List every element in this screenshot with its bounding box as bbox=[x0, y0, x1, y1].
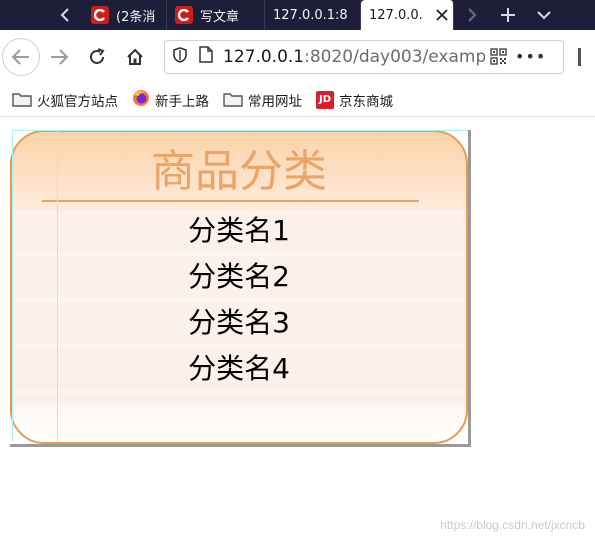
firefox-icon bbox=[132, 89, 150, 111]
bookmark-firefox-official[interactable]: 火狐官方站点 bbox=[12, 90, 118, 110]
jd-icon: JD bbox=[316, 90, 334, 109]
url-path: :8020/day003/example bbox=[304, 46, 485, 67]
category-item-empty bbox=[12, 394, 466, 405]
title-underline bbox=[42, 200, 419, 202]
watermark: https://blog.csdn.net/jxcncb bbox=[440, 518, 585, 532]
bookmark-common-sites[interactable]: 常用网址 bbox=[223, 90, 302, 110]
home-button[interactable] bbox=[116, 38, 154, 76]
bookmarks-toolbar: 火狐官方站点 新手上路 常用网址 JD 京东商城 bbox=[0, 83, 595, 117]
close-tab-icon[interactable] bbox=[436, 6, 448, 25]
qr-code-icon[interactable] bbox=[489, 48, 507, 66]
devtools-guide-line bbox=[57, 130, 58, 442]
bookmark-label: 常用网址 bbox=[248, 93, 302, 110]
category-title: 商品分类 bbox=[151, 146, 327, 197]
category-item[interactable]: 分类名2 bbox=[12, 256, 466, 297]
address-bar[interactable]: 127.0.0.1:8020/day003/example ••• bbox=[164, 39, 564, 74]
csdn-icon bbox=[91, 6, 109, 24]
tab-localhost-1[interactable]: 127.0.0.1:8 bbox=[265, 0, 361, 30]
reload-button[interactable] bbox=[78, 38, 116, 76]
tab-csdn-messages[interactable]: (2条消 bbox=[83, 0, 167, 30]
page-viewport: 商品分类 分类名1 分类名2 分类名3 分类名4 https://blog.cs… bbox=[0, 118, 595, 540]
sidebar-toggle-icon[interactable] bbox=[578, 47, 581, 66]
tab-list-chevron-icon[interactable] bbox=[526, 0, 562, 30]
folder-icon bbox=[12, 92, 32, 107]
tab-label: 写文章 bbox=[200, 9, 240, 25]
navigation-toolbar: 127.0.0.1:8020/day003/example ••• bbox=[0, 30, 595, 83]
category-list: 分类名1 分类名2 分类名3 分类名4 bbox=[12, 210, 466, 405]
tab-label: 127.0.0.1:8 bbox=[273, 7, 348, 23]
bookmark-getting-started[interactable]: 新手上路 bbox=[132, 89, 209, 111]
category-item[interactable]: 分类名1 bbox=[12, 210, 466, 251]
tab-localhost-active[interactable]: 127.0.0. bbox=[361, 0, 454, 30]
tab-write-article[interactable]: 写文章 bbox=[167, 0, 265, 30]
forward-button[interactable] bbox=[40, 38, 78, 76]
tab-scroll-left-icon[interactable] bbox=[47, 0, 83, 30]
url-host: 127.0.0.1 bbox=[223, 46, 305, 67]
devtools-guide-line bbox=[12, 130, 468, 131]
csdn-icon bbox=[175, 6, 193, 24]
page-info-icon[interactable] bbox=[199, 46, 213, 67]
bookmark-label: 京东商城 bbox=[339, 93, 393, 110]
page-actions-menu-icon[interactable]: ••• bbox=[515, 47, 546, 66]
bookmark-jd-mall[interactable]: JD 京东商城 bbox=[316, 90, 393, 110]
folder-icon bbox=[223, 92, 243, 107]
devtools-guide-line bbox=[12, 130, 13, 442]
tracking-shield-icon[interactable] bbox=[173, 46, 187, 67]
new-tab-icon[interactable] bbox=[490, 0, 526, 30]
bookmark-label: 火狐官方站点 bbox=[37, 93, 118, 110]
category-item[interactable]: 分类名4 bbox=[12, 348, 466, 389]
back-button[interactable] bbox=[2, 37, 40, 76]
url-text[interactable]: 127.0.0.1:8020/day003/example bbox=[223, 47, 485, 67]
category-panel: 商品分类 分类名1 分类名2 分类名3 分类名4 bbox=[10, 130, 468, 444]
category-item[interactable]: 分类名3 bbox=[12, 302, 466, 343]
tab-label: (2条消 bbox=[116, 9, 156, 25]
bookmark-label: 新手上路 bbox=[155, 93, 209, 110]
tab-bar: (2条消 写文章 127.0.0.1:8 127.0.0. bbox=[0, 0, 595, 30]
tab-label: 127.0.0. bbox=[369, 7, 423, 23]
tab-scroll-right-icon[interactable] bbox=[454, 0, 490, 30]
